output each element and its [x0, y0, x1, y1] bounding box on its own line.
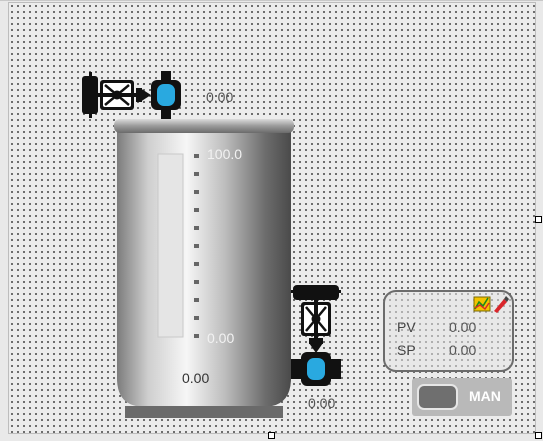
resize-handle-bottom[interactable] [268, 432, 275, 439]
toggle-knob [417, 384, 458, 410]
valve-body-indicator [307, 358, 325, 380]
valve-body-indicator [157, 84, 175, 106]
manual-mode-toggle-button[interactable]: MAN [412, 378, 512, 416]
tank-scale-min: 0.00 [207, 330, 235, 346]
outlet-valve[interactable] [290, 283, 342, 391]
sp-value: 0.00 [449, 342, 477, 358]
sp-label: SP [397, 342, 416, 358]
pv-value: 0.00 [449, 319, 477, 335]
outlet-valve-value: 0.00 [308, 395, 336, 411]
tank-top-rim [114, 119, 294, 133]
mode-label: MAN [469, 388, 501, 404]
resize-handle-bottom-right[interactable] [535, 432, 542, 439]
pid-controller-faceplate[interactable]: PV 0.00 SP 0.00 [383, 290, 514, 372]
pv-label: PV [397, 319, 416, 335]
resize-handle-right[interactable] [535, 216, 542, 223]
trend-chart-icon[interactable] [473, 294, 509, 314]
tank-body [117, 132, 291, 406]
tank-level-bar [157, 153, 184, 338]
inlet-valve-value: 0.00 [206, 89, 234, 105]
inlet-valve[interactable] [81, 70, 187, 120]
tank-level-value: 0.00 [182, 370, 210, 386]
tank-scale-max: 100.0 [207, 146, 243, 162]
tank-base [125, 406, 283, 418]
